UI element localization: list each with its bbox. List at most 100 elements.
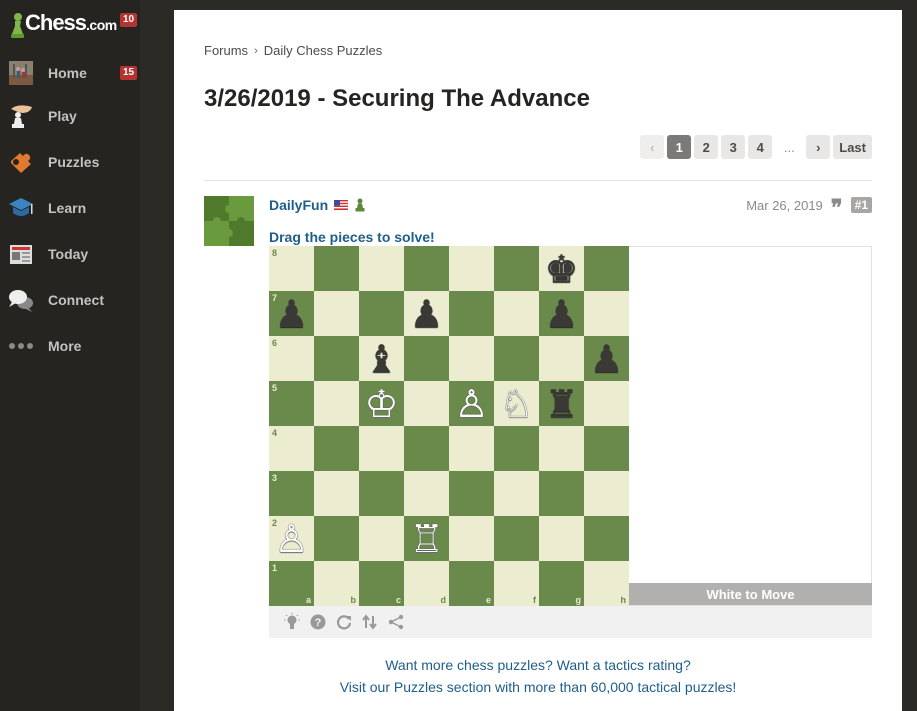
square-e7[interactable] [449,291,494,336]
square-c5[interactable]: ♔ [359,381,404,426]
square-g1[interactable]: g [539,561,584,606]
square-b8[interactable] [314,246,359,291]
square-g2[interactable] [539,516,584,561]
square-f5[interactable]: ♘ [494,381,539,426]
square-d4[interactable] [404,426,449,471]
square-a7[interactable]: 7 ♟ [269,291,314,336]
square-g5[interactable]: ♜ [539,381,584,426]
square-a6[interactable]: 6 [269,336,314,381]
square-c7[interactable] [359,291,404,336]
square-d6[interactable] [404,336,449,381]
notification-badge[interactable]: 10 [120,13,138,27]
black-piece-g5[interactable]: ♜ [544,385,578,423]
square-g7[interactable]: ♟ [539,291,584,336]
square-g8[interactable]: ♚ [539,246,584,291]
square-g6[interactable] [539,336,584,381]
square-g4[interactable] [539,426,584,471]
square-b5[interactable] [314,381,359,426]
square-f1[interactable]: f [494,561,539,606]
square-h3[interactable] [584,471,629,516]
square-d3[interactable] [404,471,449,516]
square-h5[interactable] [584,381,629,426]
square-d2[interactable]: ♖ [404,516,449,561]
square-h7[interactable] [584,291,629,336]
sidebar-item-connect[interactable]: Connect [0,280,140,320]
sidebar-item-home[interactable]: Home 15 [0,53,140,93]
sidebar-item-today[interactable]: Today [0,234,140,274]
help-question-icon[interactable]: ? [309,613,327,631]
square-e1[interactable]: e [449,561,494,606]
square-b1[interactable]: b [314,561,359,606]
square-a1[interactable]: 1a [269,561,314,606]
sidebar-item-play[interactable]: Play [0,96,140,136]
white-piece-a2[interactable]: ♙ [274,520,308,558]
square-e2[interactable] [449,516,494,561]
author-username[interactable]: DailyFun [269,197,328,213]
square-c6[interactable]: ♝ [359,336,404,381]
sidebar-item-learn[interactable]: Learn [0,188,140,228]
breadcrumb-daily-chess-puzzles[interactable]: Daily Chess Puzzles [264,43,383,58]
sidebar-item-more[interactable]: More [0,326,140,366]
square-a2[interactable]: 2 ♙ [269,516,314,561]
square-b6[interactable] [314,336,359,381]
promo-line-2[interactable]: Visit our Puzzles section with more than… [174,679,902,695]
square-h2[interactable] [584,516,629,561]
square-b7[interactable] [314,291,359,336]
black-piece-h6[interactable]: ♟ [589,340,623,378]
black-piece-g7[interactable]: ♟ [544,295,578,333]
quote-icon[interactable]: ❞ [831,197,843,219]
white-piece-e5[interactable]: ♙ [454,385,488,423]
square-f3[interactable] [494,471,539,516]
square-a8[interactable]: 8 [269,246,314,291]
post-number-badge[interactable]: #1 [850,197,872,213]
square-f8[interactable] [494,246,539,291]
white-piece-d2[interactable]: ♖ [409,520,443,558]
square-d5[interactable] [404,381,449,426]
page-2-button[interactable]: 2 [694,135,719,159]
square-e5[interactable]: ♙ [449,381,494,426]
next-page-button[interactable]: › [806,135,831,159]
square-b2[interactable] [314,516,359,561]
square-d7[interactable]: ♟ [404,291,449,336]
square-c4[interactable] [359,426,404,471]
square-b3[interactable] [314,471,359,516]
hint-lightbulb-icon[interactable] [283,613,301,631]
square-e8[interactable] [449,246,494,291]
black-piece-a7[interactable]: ♟ [274,295,308,333]
square-h1[interactable]: h [584,561,629,606]
page-4-button[interactable]: 4 [748,135,773,159]
square-f6[interactable] [494,336,539,381]
square-f7[interactable] [494,291,539,336]
black-piece-g8[interactable]: ♚ [544,250,578,288]
square-f2[interactable] [494,516,539,561]
square-h6[interactable]: ♟ [584,336,629,381]
promo-line-1[interactable]: Want more chess puzzles? Want a tactics … [174,657,902,673]
square-e4[interactable] [449,426,494,471]
author-avatar[interactable] [204,196,254,246]
page-3-button[interactable]: 3 [721,135,746,159]
square-e6[interactable] [449,336,494,381]
square-c8[interactable] [359,246,404,291]
square-d1[interactable]: d [404,561,449,606]
breadcrumb-forums[interactable]: Forums [204,43,248,58]
share-icon[interactable] [387,613,405,631]
square-c1[interactable]: c [359,561,404,606]
square-h8[interactable] [584,246,629,291]
square-a4[interactable]: 4 [269,426,314,471]
square-h4[interactable] [584,426,629,471]
square-g3[interactable] [539,471,584,516]
white-piece-f5[interactable]: ♘ [499,385,533,423]
white-piece-c5[interactable]: ♔ [364,385,398,423]
page-1-button[interactable]: 1 [667,135,692,159]
black-piece-d7[interactable]: ♟ [409,295,443,333]
square-b4[interactable] [314,426,359,471]
square-a5[interactable]: 5 [269,381,314,426]
retry-refresh-icon[interactable] [335,613,353,631]
square-a3[interactable]: 3 [269,471,314,516]
chess-com-logo[interactable]: Chess.com [10,8,117,38]
square-c3[interactable] [359,471,404,516]
black-piece-c6[interactable]: ♝ [364,340,398,378]
square-f4[interactable] [494,426,539,471]
square-d8[interactable] [404,246,449,291]
chess-board[interactable]: 8 ♚ 7 ♟ ♟ ♟ 6 ♝ ♟ 5 ♔ ♙ ♘ ♜ 4 3 2 ♙ ♖ 1 a b c d e f g h [269,246,629,606]
